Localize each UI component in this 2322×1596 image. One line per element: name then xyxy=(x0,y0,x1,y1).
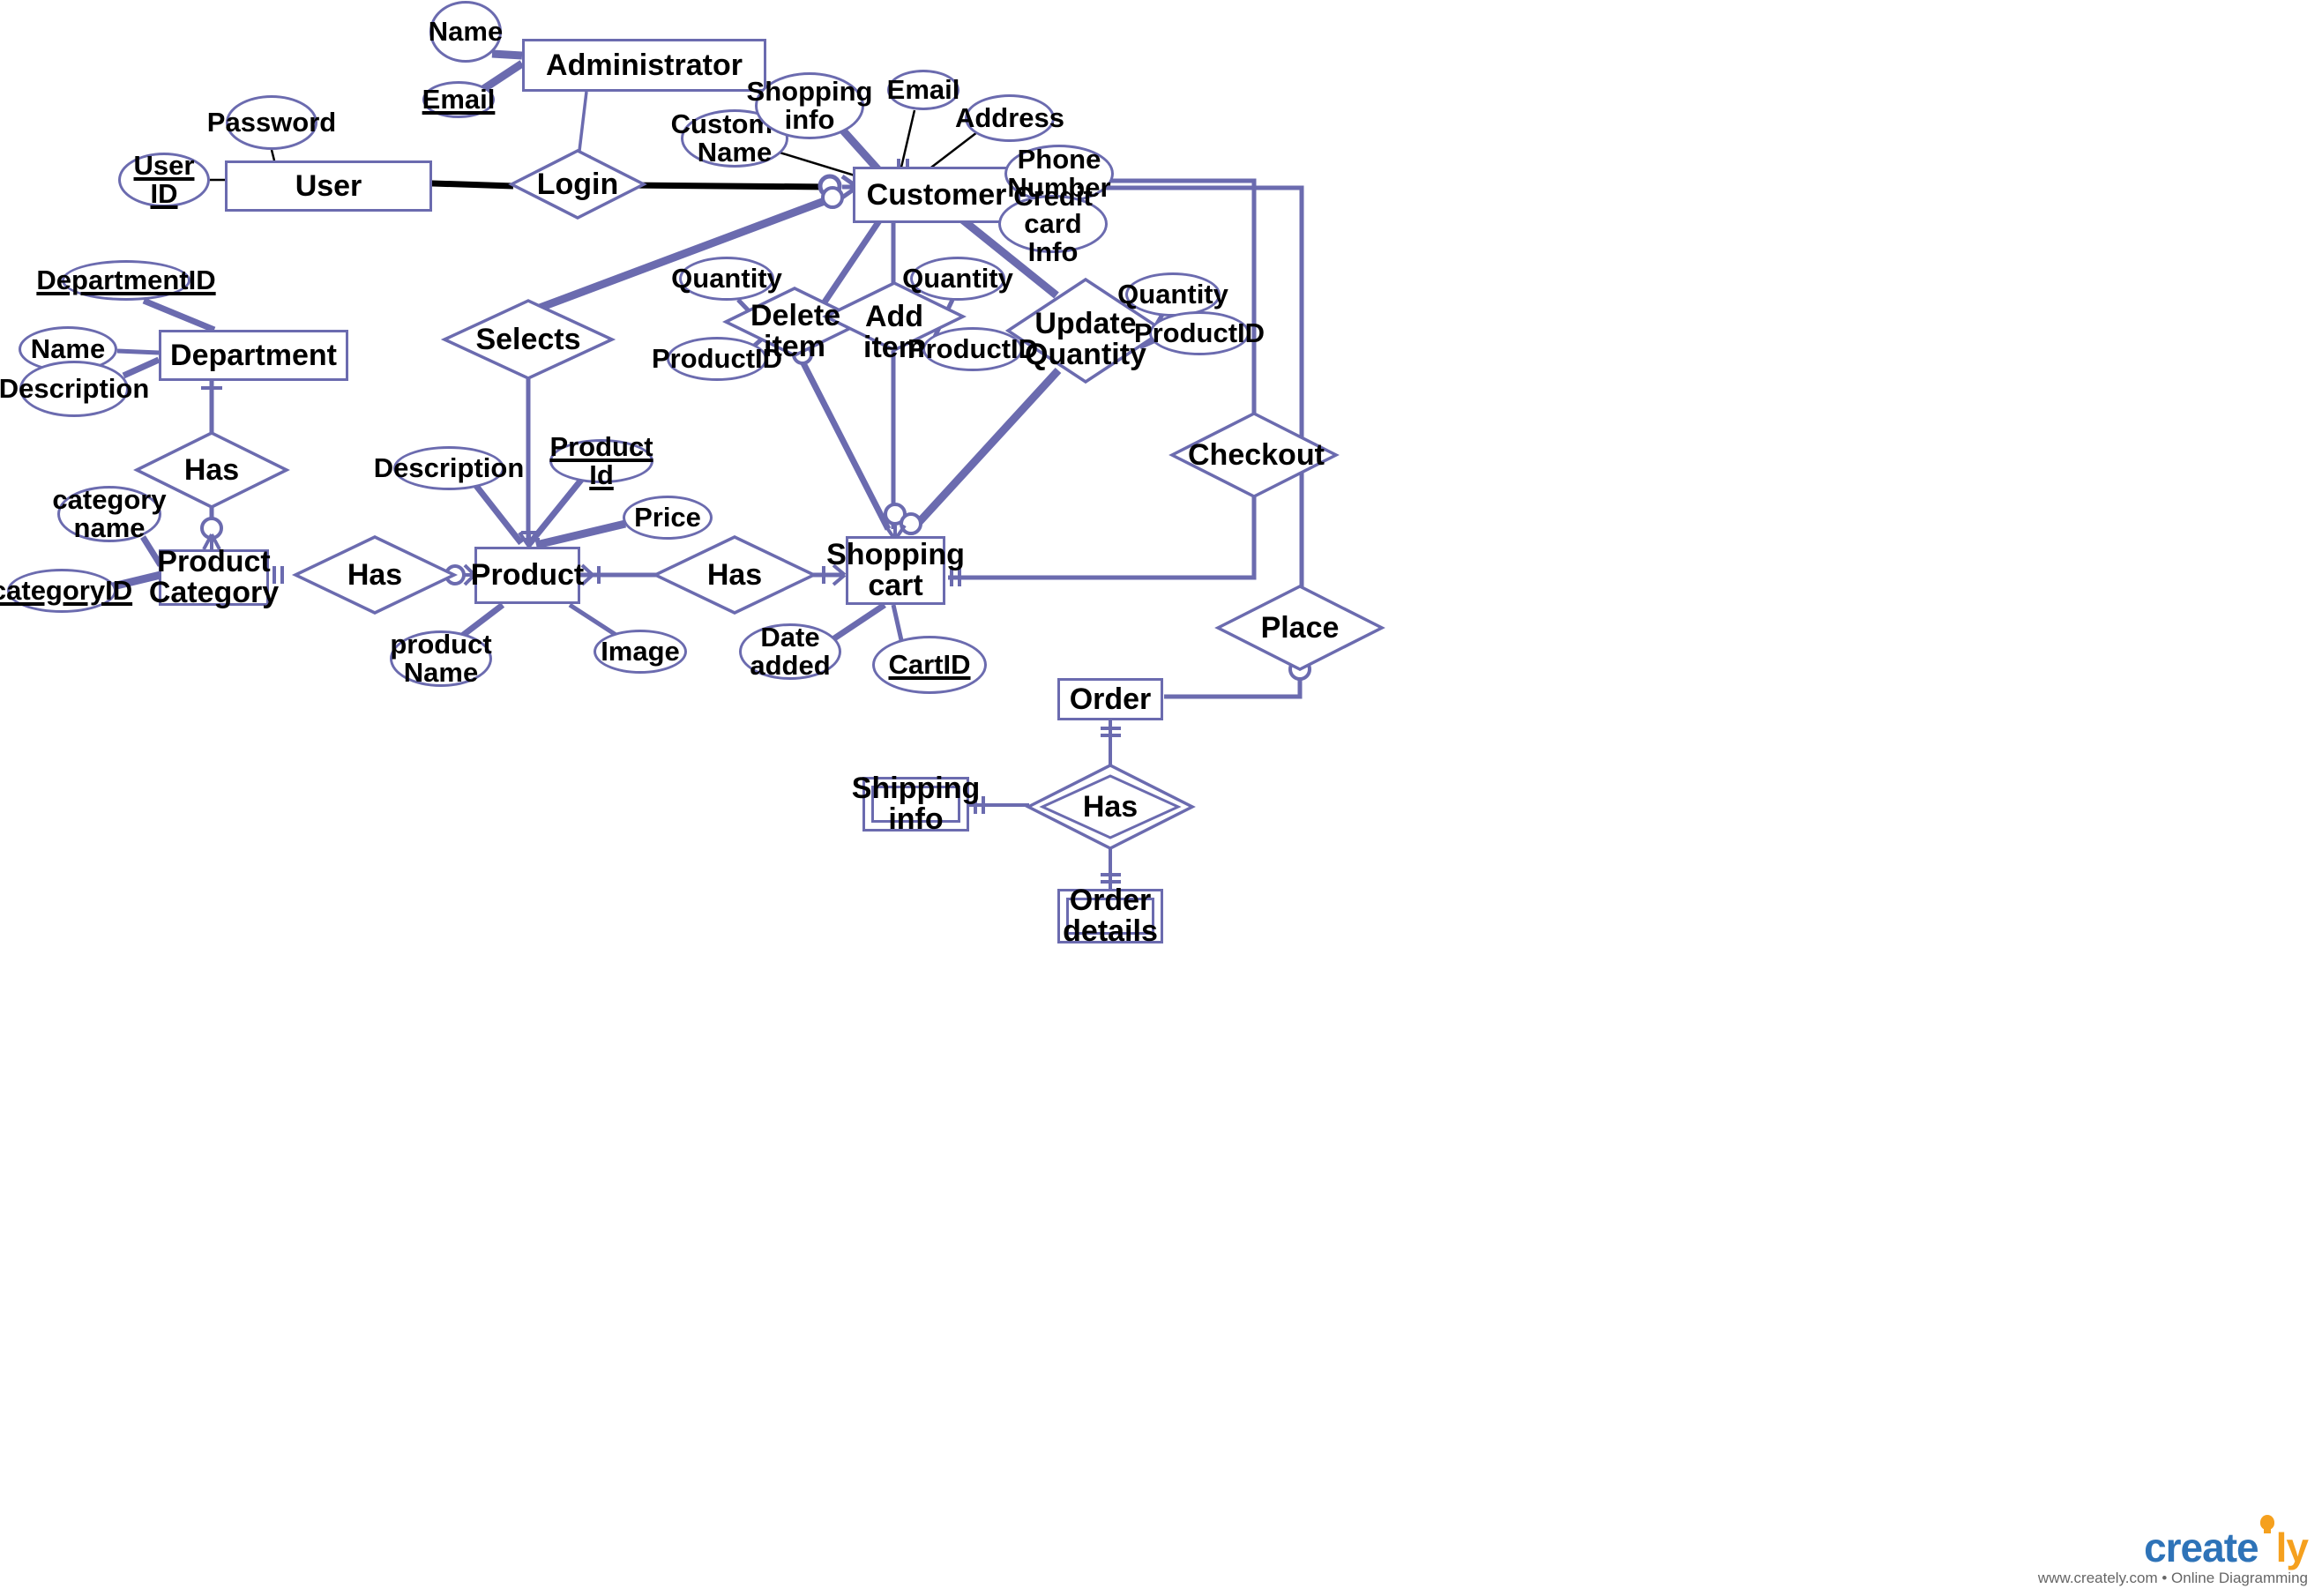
creately-subtitle: www.creately.com • Online Diagramming xyxy=(2037,1570,2308,1586)
entity-order[interactable]: Order xyxy=(1057,678,1163,720)
entity-department[interactable]: Department xyxy=(159,330,348,381)
er-diagram-canvas: Login Has Has Has Selects Delete item Ad… xyxy=(0,0,2322,1596)
attribute-price: Price xyxy=(623,496,713,540)
entity-shopping-cart[interactable]: Shopping cart xyxy=(826,536,965,605)
attribute-cart-id: CartID xyxy=(872,636,987,694)
attribute-admin-name: Name xyxy=(429,1,503,63)
attribute-dept-description: Description xyxy=(0,361,149,417)
entity-order-details[interactable]: Order details xyxy=(1057,885,1163,946)
entity-product-category[interactable]: Product Category xyxy=(149,547,279,608)
attribute-category-id: categoryID xyxy=(0,569,132,613)
attribute-date-added: Date added xyxy=(739,623,841,680)
relationship-place xyxy=(1214,585,1385,671)
relationship-selects xyxy=(440,299,616,380)
lightbulb-icon xyxy=(2259,1515,2276,1538)
attribute-user-id: User ID xyxy=(118,152,210,207)
creately-logo-part3: ly xyxy=(2275,1525,2309,1570)
relationship-login xyxy=(508,149,647,220)
relationship-cat-has xyxy=(291,535,459,615)
attribute-product-name: product Name xyxy=(390,629,492,688)
attribute-product-description: Description xyxy=(374,446,524,490)
relationship-prod-cart-has xyxy=(651,535,818,615)
creately-logo: create ly xyxy=(2038,1515,2309,1570)
attribute-product-id: Product Id xyxy=(549,431,653,490)
entity-shipping-info[interactable]: Shipping info xyxy=(852,773,980,834)
relationship-order-has-inner xyxy=(1039,774,1182,839)
attribute-customer-email: Email xyxy=(887,70,959,110)
attribute-shopping-info: Shopping info xyxy=(747,72,872,139)
entity-user[interactable]: User xyxy=(225,160,432,212)
attribute-password: Password xyxy=(207,95,336,150)
attribute-department-id: DepartmentID xyxy=(36,260,216,301)
attribute-update-quantity-attr: Quantity xyxy=(1117,272,1228,317)
attribute-image: Image xyxy=(594,630,687,674)
attribute-category-name: category name xyxy=(52,484,167,543)
attribute-add-product-id: ProductID xyxy=(907,327,1038,371)
entity-product[interactable]: Product xyxy=(471,547,584,604)
attribute-credit-card-info: Credit card Info xyxy=(998,182,1108,265)
attribute-address: Address xyxy=(955,94,1064,142)
entity-administrator[interactable]: Administrator xyxy=(522,39,766,92)
attribute-update-product-id: ProductID xyxy=(1134,311,1265,355)
attribute-admin-email: Email xyxy=(422,81,495,118)
entity-customer[interactable]: Customer xyxy=(853,167,1020,223)
relationship-shape-layer xyxy=(133,149,1385,850)
creately-watermark: create ly www.creately.com • Online Diagr… xyxy=(2037,1515,2309,1587)
creately-logo-part2: e xyxy=(2236,1525,2259,1570)
attribute-add-quantity: Quantity xyxy=(902,257,1013,301)
creately-logo-part1: creat xyxy=(2144,1525,2237,1570)
relationship-checkout xyxy=(1168,412,1340,498)
attribute-delete-quantity: Quantity xyxy=(671,257,782,301)
attribute-delete-product-id: ProductID xyxy=(652,337,782,381)
